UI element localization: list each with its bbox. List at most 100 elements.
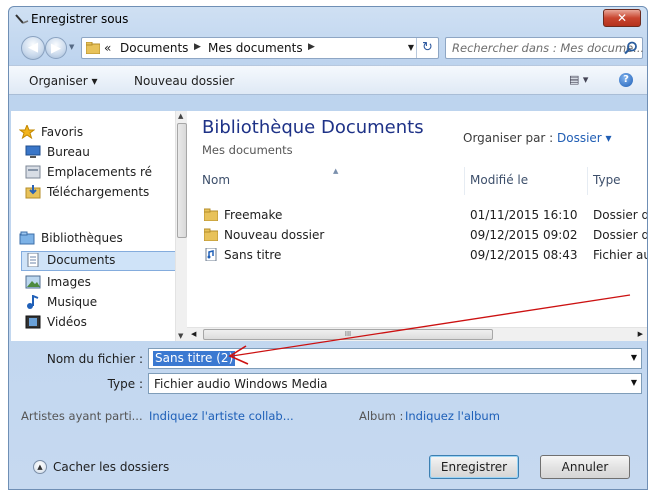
view-options-icon[interactable]: ▤ ▾ <box>569 73 588 86</box>
nav-label: Bibliothèques <box>41 231 123 245</box>
star-icon <box>19 125 35 139</box>
nav-label: Images <box>47 275 91 289</box>
file-row[interactable]: Nouveau dossier 09/12/2015 09:02 Dossier… <box>202 225 647 245</box>
music-icon <box>27 295 39 309</box>
nav-label: Bureau <box>47 145 90 159</box>
organize-menu[interactable]: Organiser ▾ <box>29 74 97 88</box>
folder-icon <box>86 42 100 54</box>
address-overflow[interactable]: « <box>104 41 111 55</box>
filename-value[interactable]: Sans titre (2) <box>153 351 236 366</box>
save-button[interactable]: Enregistrer <box>429 455 519 479</box>
file-list-pane: Bibliothèque Documents Mes documents Org… <box>187 111 647 341</box>
window-title: Enregistrer sous <box>31 12 129 26</box>
scroll-down-icon[interactable]: ▼ <box>178 332 183 340</box>
nav-label: Téléchargements <box>47 185 150 199</box>
save-as-dialog: Enregistrer sous ✕ ◀ ▶ ▼ « Documents ▶ M… <box>8 6 648 490</box>
album-label: Album : <box>359 409 404 423</box>
file-row[interactable]: Freemake 01/11/2015 16:10 Dossier de <box>202 205 647 225</box>
nav-label: Documents <box>47 253 116 267</box>
scrollbar-thumb[interactable] <box>177 123 187 238</box>
back-button[interactable]: ◀ <box>21 36 45 60</box>
file-name: Freemake <box>224 208 283 222</box>
hide-folders-toggle[interactable]: ▲ Cacher les dossiers <box>33 460 169 474</box>
hide-folders-label: Cacher les dossiers <box>53 460 170 474</box>
chevron-up-icon[interactable]: ▲ <box>33 460 47 474</box>
scroll-up-icon[interactable]: ▲ <box>178 112 183 120</box>
filename-field[interactable]: Sans titre (2) ▼ <box>148 348 642 369</box>
nav-label: Emplacements ré <box>47 165 153 179</box>
breadcrumb-mes-documents[interactable]: Mes documents <box>208 41 303 55</box>
scroll-left-icon[interactable]: ◀ <box>191 330 196 338</box>
library-title: Bibliothèque Documents <box>202 117 424 138</box>
nav-desktop[interactable]: Bureau <box>25 145 90 159</box>
search-icon[interactable] <box>624 41 638 55</box>
help-icon[interactable]: ? <box>619 73 633 87</box>
nav-videos[interactable]: Vidéos <box>25 315 87 329</box>
sort-ascending-icon: ▲ <box>333 167 339 175</box>
album-link[interactable]: Indiquez l'album <box>405 409 500 423</box>
libraries-icon <box>19 231 35 245</box>
column-divider[interactable] <box>464 167 465 195</box>
file-row[interactable]: Sans titre 09/12/2015 08:43 Fichier au <box>202 245 647 265</box>
nav-images[interactable]: Images <box>25 275 91 289</box>
type-label: Type : <box>107 377 143 391</box>
file-type: Dossier de <box>593 208 647 222</box>
file-modified: 01/11/2015 16:10 <box>470 208 578 222</box>
file-type: Fichier au <box>593 248 648 262</box>
close-button[interactable]: ✕ <box>603 9 641 27</box>
videos-icon <box>25 315 41 329</box>
file-type: Dossier de <box>593 228 647 242</box>
forward-button[interactable]: ▶ <box>45 37 67 59</box>
nav-label: Vidéos <box>47 315 87 329</box>
arrange-by-dropdown[interactable]: Dossier ▾ <box>557 131 612 145</box>
refresh-button[interactable]: ↻ <box>416 38 438 58</box>
images-icon <box>25 275 41 289</box>
scrollbar-thumb[interactable]: III <box>203 329 493 340</box>
documents-icon <box>27 253 39 267</box>
file-type-value: Fichier audio Windows Media <box>154 377 328 391</box>
search-input[interactable]: Rechercher dans : Mes docume... <box>445 37 645 59</box>
recent-pages-chevron-icon[interactable]: ▼ <box>69 43 74 51</box>
chevron-down-icon[interactable]: ▼ <box>631 378 637 387</box>
command-bar: Organiser ▾ Nouveau dossier ▤ ▾ ? <box>9 65 647 95</box>
arrange-by-label: Organiser par : <box>463 131 554 145</box>
nav-documents[interactable]: Documents <box>25 253 115 267</box>
desktop-icon <box>25 145 41 158</box>
address-bar[interactable]: « Documents ▶ Mes documents ▶ ▼ ↻ <box>81 37 439 59</box>
nav-libraries[interactable]: Bibliothèques <box>19 231 123 245</box>
breadcrumb-separator-icon[interactable]: ▶ <box>308 42 315 52</box>
folder-icon <box>204 228 218 241</box>
filename-label: Nom du fichier : <box>46 352 143 366</box>
scroll-right-icon[interactable]: ▶ <box>638 330 643 338</box>
nav-label: Favoris <box>41 125 84 139</box>
column-header-modified[interactable]: Modifié le <box>470 173 528 187</box>
file-type-select[interactable]: Fichier audio Windows Media ▼ <box>148 373 642 394</box>
artists-link[interactable]: Indiquez l'artiste collab... <box>149 409 294 423</box>
navigation-pane: Favoris Bureau Emplacements ré Télécharg… <box>11 111 187 341</box>
cancel-button[interactable]: Annuler <box>540 455 630 479</box>
file-modified: 09/12/2015 08:43 <box>470 248 578 262</box>
nav-label: Musique <box>47 295 98 309</box>
audio-file-icon <box>205 248 217 261</box>
search-placeholder: Rechercher dans : Mes docume... <box>452 41 645 55</box>
nav-scrollbar[interactable]: ▲ ▼ <box>175 111 187 341</box>
address-dropdown-icon[interactable]: ▼ <box>408 43 414 52</box>
chevron-down-icon[interactable]: ▼ <box>631 353 637 362</box>
downloads-icon <box>25 185 41 199</box>
nav-music[interactable]: Musique <box>25 295 97 309</box>
breadcrumb-documents[interactable]: Documents <box>120 41 188 55</box>
nav-recent-places[interactable]: Emplacements ré <box>25 165 152 179</box>
horizontal-scrollbar[interactable]: ◀ III ▶ <box>187 327 647 341</box>
folder-icon <box>204 208 218 221</box>
breadcrumb-separator-icon[interactable]: ▶ <box>194 42 201 52</box>
title-bar: Enregistrer sous ✕ <box>9 7 647 31</box>
file-name: Nouveau dossier <box>224 228 325 242</box>
navigation-bar: ◀ ▶ ▼ « Documents ▶ Mes documents ▶ ▼ ↻ … <box>9 33 647 63</box>
recent-places-icon <box>25 165 41 179</box>
nav-favorites[interactable]: Favoris <box>19 125 83 139</box>
new-folder-button[interactable]: Nouveau dossier <box>134 74 234 88</box>
column-header-name[interactable]: Nom <box>202 173 230 187</box>
column-divider[interactable] <box>587 167 588 195</box>
column-header-type[interactable]: Type <box>593 173 621 187</box>
nav-downloads[interactable]: Téléchargements <box>25 185 149 199</box>
